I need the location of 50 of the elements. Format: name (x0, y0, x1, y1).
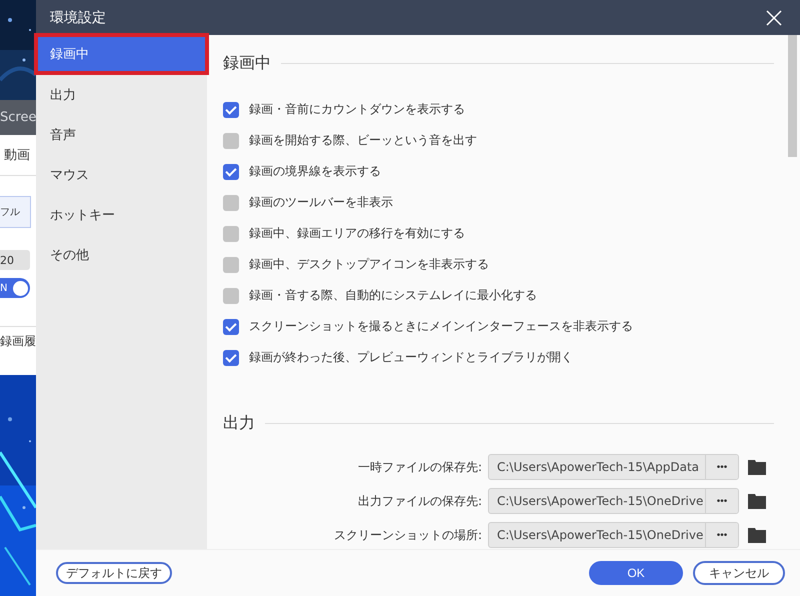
section-title: 出力 (223, 413, 255, 434)
checkbox[interactable] (223, 226, 239, 242)
option-label: スクリーンショットを撮るときにメインインターフェースを非表示する (249, 318, 633, 335)
sidebar-item[interactable]: 出力 (36, 75, 207, 115)
history-link[interactable]: 録画履 (0, 334, 36, 348)
option-label: 録画中、デスクトップアイコンを非表示する (249, 256, 489, 273)
window-title: 環境設定 (50, 8, 106, 26)
path-field[interactable]: C:\Users\ApowerTech-15\AppData ••• (488, 454, 739, 480)
ok-button[interactable]: OK (589, 561, 683, 585)
sidebar-item[interactable]: その他 (36, 235, 207, 275)
reset-button[interactable]: デフォルトに戻す (56, 562, 172, 584)
checkbox[interactable] (223, 132, 239, 148)
folder-icon[interactable] (748, 494, 766, 508)
browse-button[interactable]: ••• (705, 455, 738, 479)
value-field[interactable]: 20 (0, 250, 30, 270)
sidebar-item[interactable]: ホットキー (36, 195, 207, 235)
sidebar-item[interactable]: マウス (36, 155, 207, 195)
sidebar-item[interactable]: 音声 (36, 115, 207, 155)
scrollbar-thumb[interactable] (788, 35, 797, 157)
sidebar-item[interactable]: 録画中 (36, 35, 207, 73)
section-title: 録画中 (223, 53, 271, 74)
option-label: 録画を開始する際、ビーッという音を出す (249, 132, 477, 149)
path-field[interactable]: C:\Users\ApowerTech-15\OneDrive ••• (488, 522, 739, 548)
browse-button[interactable]: ••• (705, 489, 738, 513)
option-label: 録画・音前にカウントダウンを表示する (249, 101, 465, 118)
browse-button[interactable]: ••• (705, 523, 738, 547)
path-label: 一時ファイルの保存先: (356, 458, 483, 476)
close-icon[interactable] (766, 10, 782, 26)
checkbox[interactable] (223, 256, 239, 272)
checkbox[interactable] (223, 350, 239, 366)
checkbox[interactable] (223, 102, 239, 118)
option-label: 録画中、録画エリアの移行を有効にする (249, 225, 465, 242)
folder-icon[interactable] (748, 528, 766, 542)
mode-option[interactable]: フル (0, 196, 31, 228)
option-label: 録画が終わった後、プレビューウィンドとライブラリが開く (249, 349, 573, 366)
folder-icon[interactable] (748, 460, 766, 474)
path-label: 出力ファイルの保存先: (356, 492, 483, 510)
toggle-switch[interactable]: N (0, 278, 30, 298)
checkbox[interactable] (223, 194, 239, 210)
checkbox[interactable] (223, 318, 239, 334)
option-label: 録画の境界線を表示する (249, 163, 381, 180)
cancel-button[interactable]: キャンセル (693, 561, 785, 585)
checkbox[interactable] (223, 164, 239, 180)
app-tab[interactable]: 動画 (4, 146, 30, 164)
option-label: 録画・音する際、自動的にシステムレイに最小化する (249, 287, 537, 304)
checkbox[interactable] (223, 288, 239, 304)
option-label: 録画のツールバーを非表示 (249, 194, 393, 211)
app-title: Scree (0, 100, 36, 135)
path-label: スクリーンショットの場所: (332, 526, 483, 544)
path-field[interactable]: C:\Users\ApowerTech-15\OneDrive ••• (488, 488, 739, 514)
